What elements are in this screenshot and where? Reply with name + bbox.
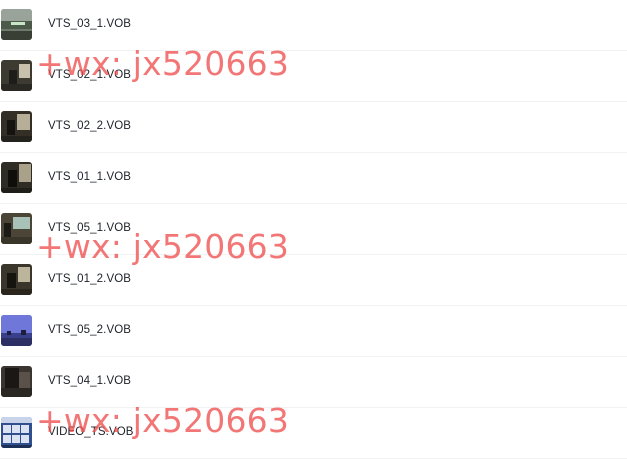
file-row[interactable]: VTS_02_1.VOB — [0, 51, 627, 102]
file-name: VTS_01_2.VOB — [48, 273, 132, 285]
file-row[interactable]: VTS_05_2.VOB — [0, 306, 627, 357]
file-name: VTS_02_1.VOB — [48, 69, 132, 81]
file-row[interactable]: VTS_01_1.VOB — [0, 153, 627, 204]
file-row[interactable]: VTS_04_1.VOB — [0, 357, 627, 408]
file-name: VTS_05_1.VOB — [48, 222, 132, 234]
video-thumbnail-icon — [1, 213, 32, 244]
file-name: VTS_04_1.VOB — [48, 375, 132, 387]
file-list: VTS_03_1.VOB VTS_02_1.VOB VTS_02_2.VOB V… — [0, 0, 627, 459]
file-row[interactable]: VIDEO_TS.VOB — [0, 408, 627, 459]
video-thumbnail-icon — [1, 315, 32, 346]
video-thumbnail-icon — [1, 417, 32, 448]
video-thumbnail-icon — [1, 162, 32, 193]
video-thumbnail-icon — [1, 9, 32, 40]
file-name: VTS_03_1.VOB — [48, 18, 132, 30]
video-thumbnail-icon — [1, 264, 32, 295]
video-thumbnail-icon — [1, 366, 32, 397]
video-thumbnail-icon — [1, 111, 32, 142]
file-name: VTS_02_2.VOB — [48, 120, 132, 132]
video-thumbnail-icon — [1, 60, 32, 91]
file-row[interactable]: VTS_05_1.VOB — [0, 204, 627, 255]
file-name: VIDEO_TS.VOB — [48, 426, 134, 438]
file-name: VTS_01_1.VOB — [48, 171, 132, 183]
file-name: VTS_05_2.VOB — [48, 324, 132, 336]
file-row[interactable]: VTS_01_2.VOB — [0, 255, 627, 306]
file-row[interactable]: VTS_02_2.VOB — [0, 102, 627, 153]
file-row[interactable]: VTS_03_1.VOB — [0, 0, 627, 51]
